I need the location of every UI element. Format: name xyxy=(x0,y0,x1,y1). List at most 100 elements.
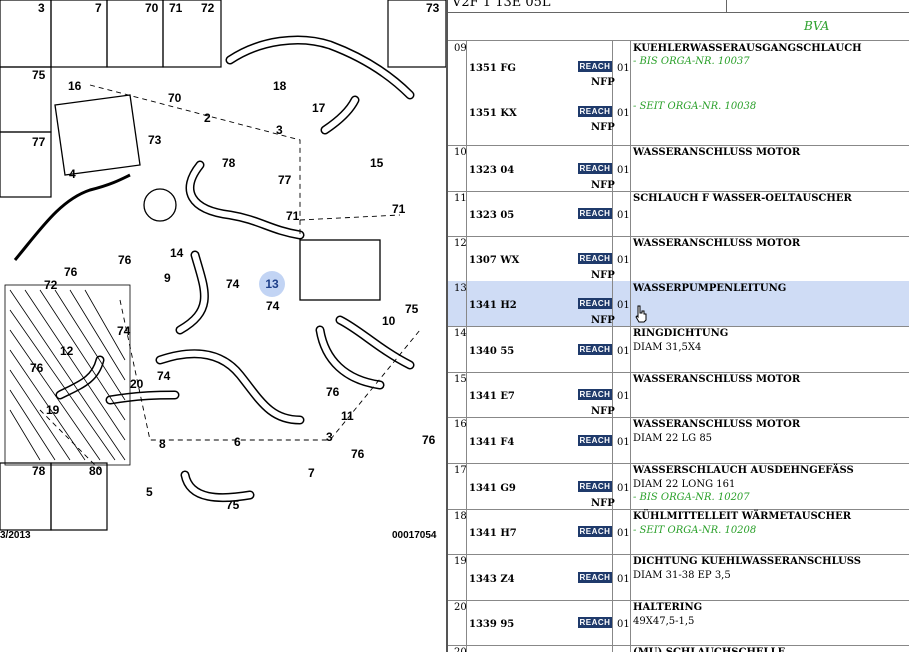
reach-badge[interactable]: REACH xyxy=(578,435,612,446)
table-row[interactable]: 09 1351 FG REACH 01 NFP KUEHLERWASSERAUSGANGS… xyxy=(448,41,909,146)
row-number: 19 xyxy=(454,556,467,567)
row-number: 12 xyxy=(454,238,467,249)
reach-badge[interactable]: REACH xyxy=(578,389,612,400)
reach-badge[interactable]: REACH xyxy=(578,208,612,219)
orga-note: - SEIT ORGA-NR. 10038 xyxy=(633,101,757,112)
reach-badge[interactable]: REACH xyxy=(578,106,612,117)
part-description: (MU) SCHLAUCHSCHELLE xyxy=(633,647,785,652)
svg-text:19: 19 xyxy=(46,403,60,417)
quantity: 01 xyxy=(617,574,630,585)
quantity: 01 xyxy=(617,63,630,74)
reach-badge[interactable]: REACH xyxy=(578,253,612,264)
column-divider xyxy=(448,41,467,145)
quantity: 01 xyxy=(617,300,630,311)
svg-text:76: 76 xyxy=(422,433,436,447)
svg-text:8: 8 xyxy=(159,437,166,451)
table-row[interactable]: 15 1341 E7 REACH 01 NFP WASSERANSCHLUSS MOTOR xyxy=(448,372,909,418)
svg-text:6: 6 xyxy=(234,435,241,449)
part-reference[interactable]: 1341 H2 xyxy=(469,300,517,311)
reach-badge[interactable]: REACH xyxy=(578,163,612,174)
part-description: WASSERSCHLAUCH AUSDEHNGEFÄSS xyxy=(633,465,854,476)
part-reference[interactable]: 1341 F4 xyxy=(469,437,514,448)
part-description: WASSERANSCHLUSS MOTOR xyxy=(633,238,801,249)
part-reference[interactable]: 1341 E7 xyxy=(469,391,515,402)
table-row[interactable]: 14 1340 55 REACH 01 RINGDICHTUNG DIAM 31,5X4 xyxy=(448,326,909,373)
column-divider xyxy=(466,645,613,652)
svg-text:78: 78 xyxy=(32,464,46,478)
part-reference[interactable]: 1340 55 xyxy=(469,346,514,357)
table-row[interactable]: 13 1341 H2 REACH 01 NFP WASSERPUMPENLEITUNG xyxy=(448,281,909,327)
quantity: 01 xyxy=(617,437,630,448)
table-row[interactable]: 20 (MU) SCHLAUCHSCHELLE xyxy=(448,645,909,652)
parts-list-panel: V2F 1 13E 05L BVA 09 1351 FG REACH 01 NFP KUE… xyxy=(446,0,909,652)
part-specification: DIAM 31,5X4 xyxy=(633,342,702,353)
svg-text:18: 18 xyxy=(273,79,287,93)
svg-text:16: 16 xyxy=(68,79,82,93)
reach-badge[interactable]: REACH xyxy=(578,344,612,355)
reach-badge[interactable]: REACH xyxy=(578,61,612,72)
quantity: 01 xyxy=(617,165,630,176)
part-reference[interactable]: 1323 04 xyxy=(469,165,514,176)
nfp-label: NFP xyxy=(591,498,615,509)
diagram-drawing: 3 7 70 71 72 73 757716 701873 2317 15478 777… xyxy=(0,0,446,531)
svg-text:11: 11 xyxy=(341,409,354,423)
highlighted-part-badge[interactable]: 13 xyxy=(259,271,285,297)
svg-text:70: 70 xyxy=(168,91,182,105)
svg-text:3: 3 xyxy=(276,123,283,137)
svg-text:3: 3 xyxy=(326,430,333,444)
table-row[interactable]: 11 1323 05 REACH 01 SCHLAUCH F WASSER-OELTAU… xyxy=(448,191,909,237)
table-row[interactable]: 17 1341 G9 REACH 01 NFP WASSERSCHLAUCH AUSDEH… xyxy=(448,463,909,510)
svg-text:20: 20 xyxy=(130,377,144,391)
row-number: 14 xyxy=(454,328,467,339)
svg-text:76: 76 xyxy=(118,253,132,267)
reach-badge[interactable]: REACH xyxy=(578,481,612,492)
reach-badge[interactable]: REACH xyxy=(578,298,612,309)
reach-badge[interactable]: REACH xyxy=(578,572,612,583)
svg-text:2: 2 xyxy=(204,111,211,125)
svg-text:74: 74 xyxy=(117,324,131,338)
table-row[interactable]: 10 1323 04 REACH 01 NFP WASSERANSCHLUSS MOTOR xyxy=(448,145,909,192)
part-description: WASSERANSCHLUSS MOTOR xyxy=(633,374,801,385)
part-specification: 49X47,5-1,5 xyxy=(633,616,695,627)
table-row[interactable]: 18 1341 H7 REACH 01 KÜHLMITTELLEIT WÄRMETAUS… xyxy=(448,509,909,555)
svg-text:5: 5 xyxy=(146,485,153,499)
part-description: DICHTUNG KUEHLWASSERANSCHLUSS xyxy=(633,556,862,567)
diagram-code: 00017054 xyxy=(392,530,437,541)
svg-text:74: 74 xyxy=(266,299,280,313)
table-row[interactable]: 19 1343 Z4 REACH 01 DICHTUNG KUEHLWASSERANSC… xyxy=(448,554,909,601)
part-description: RINGDICHTUNG xyxy=(633,328,729,339)
nfp-label: NFP xyxy=(591,77,615,88)
part-reference[interactable]: 1323 05 xyxy=(469,210,514,221)
svg-text:76: 76 xyxy=(30,361,44,375)
reach-badge[interactable]: REACH xyxy=(578,617,612,628)
table-row[interactable]: 20 1339 95 REACH 01 HALTERING 49X47,5-1,5 xyxy=(448,600,909,646)
svg-text:75: 75 xyxy=(32,68,46,82)
part-reference[interactable]: 1343 Z4 xyxy=(469,574,515,585)
part-reference[interactable]: 1351 FG xyxy=(469,63,516,74)
table-row[interactable]: 16 1341 F4 REACH 01 WASSERANSCHLUSS MOTOR DIA… xyxy=(448,417,909,464)
parts-header: V2F 1 13E 05L xyxy=(448,0,909,13)
part-reference[interactable]: 1341 H7 xyxy=(469,528,517,539)
part-reference[interactable]: 1339 95 xyxy=(469,619,514,630)
svg-text:80: 80 xyxy=(89,464,103,478)
reach-badge[interactable]: REACH xyxy=(578,526,612,537)
quantity: 01 xyxy=(617,391,630,402)
part-description: WASSERANSCHLUSS MOTOR xyxy=(633,419,801,430)
table-row[interactable]: 12 1307 WX REACH 01 NFP WASSERANSCHLUSS MOTOR xyxy=(448,236,909,282)
vehicle-code-title: V2F 1 13E 05L xyxy=(452,0,551,10)
svg-text:71: 71 xyxy=(169,1,183,15)
svg-text:70: 70 xyxy=(145,1,159,15)
part-reference[interactable]: 1341 G9 xyxy=(469,483,516,494)
part-description: SCHLAUCH F WASSER-OELTAUSCHER xyxy=(633,193,852,204)
part-specification: DIAM 22 LONG 161 xyxy=(633,479,736,490)
svg-text:72: 72 xyxy=(44,278,58,292)
part-description: KÜHLMITTELLEIT WÄRMETAUSCHER xyxy=(633,511,852,522)
row-number: 20 xyxy=(454,602,467,613)
part-reference[interactable]: 1351 KX xyxy=(469,108,517,119)
svg-text:3: 3 xyxy=(38,1,45,15)
quantity: 01 xyxy=(617,528,630,539)
part-description: HALTERING xyxy=(633,602,703,613)
svg-text:75: 75 xyxy=(405,302,419,316)
svg-text:17: 17 xyxy=(312,101,326,115)
part-reference[interactable]: 1307 WX xyxy=(469,255,519,266)
